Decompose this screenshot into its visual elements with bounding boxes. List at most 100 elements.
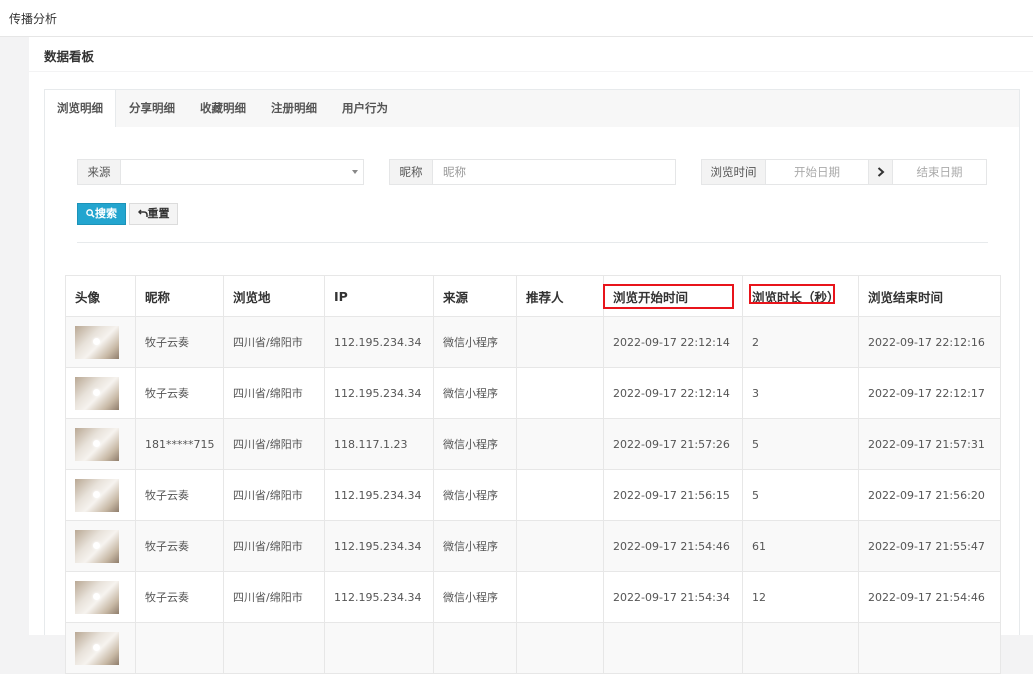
nickname-cell: 牧子云奏 [135,469,224,521]
nickname-label: 昵称 [389,159,433,185]
tab-favorite-detail[interactable]: 收藏明细 [188,90,258,128]
ip-cell: 112.195.234.34 [324,571,434,623]
referrer-cell [516,367,604,419]
table-row: 牧子云奏 四川省/绵阳市 112.195.234.34 微信小程序 2022-0… [65,520,1001,572]
nickname-cell [135,622,224,674]
nickname-cell: 牧子云奏 [135,571,224,623]
end-time-cell: 2022-09-17 22:12:16 [858,316,1001,368]
duration-cell: 5 [742,469,859,521]
avatar [75,325,119,359]
start-time-cell: 2022-09-17 22:12:14 [603,367,743,419]
browse-time-label: 浏览时间 [701,159,766,185]
duration-cell [742,622,859,674]
start-time-cell: 2022-09-17 21:54:34 [603,571,743,623]
referrer-cell [516,520,604,572]
location-cell: 四川省/绵阳市 [223,571,325,623]
avatar-cell [65,520,136,572]
end-time-cell: 2022-09-17 21:55:47 [858,520,1001,572]
ip-cell: 112.195.234.34 [324,367,434,419]
location-cell: 四川省/绵阳市 [223,316,325,368]
source-cell [433,622,517,674]
table-row [65,622,1001,674]
avatar [75,376,119,410]
table-header-row: 头像 昵称 浏览地 IP 来源 推荐人 浏览开始时间 浏览时长（秒） 浏览结束时… [65,275,1001,317]
end-time-cell: 2022-09-17 21:54:46 [858,571,1001,623]
avatar [75,427,119,461]
nickname-input[interactable]: 昵称 [432,159,676,185]
col-header-location: 浏览地 [223,275,325,317]
location-cell: 四川省/绵阳市 [223,418,325,470]
location-cell: 四川省/绵阳市 [223,367,325,419]
ip-cell: 112.195.234.34 [324,469,434,521]
referrer-cell [516,469,604,521]
referrer-cell [516,571,604,623]
end-time-cell: 2022-09-17 21:56:20 [858,469,1001,521]
col-header-avatar: 头像 [65,275,136,317]
duration-cell: 5 [742,418,859,470]
search-button-label: 搜索 [95,207,117,220]
panel-title: 数据看板 [44,49,95,64]
source-cell: 微信小程序 [433,418,517,470]
chevron-right-icon [877,167,885,177]
tab-user-behavior[interactable]: 用户行为 [330,90,400,128]
start-date-input[interactable]: 开始日期 [765,159,869,185]
end-date-input[interactable]: 结束日期 [892,159,987,185]
search-button[interactable]: 搜索 [77,203,126,225]
filter-divider [77,242,988,243]
location-cell [223,622,325,674]
source-label: 来源 [77,159,121,185]
referrer-cell [516,622,604,674]
col-header-referrer: 推荐人 [516,275,604,317]
start-time-cell: 2022-09-17 22:12:14 [603,316,743,368]
avatar [75,478,119,512]
location-cell: 四川省/绵阳市 [223,469,325,521]
end-time-cell: 2022-09-17 21:57:31 [858,418,1001,470]
referrer-cell [516,316,604,368]
reset-button[interactable]: 重置 [129,203,178,225]
ip-cell: 118.117.1.23 [324,418,434,470]
tab-share-detail[interactable]: 分享明细 [117,90,187,128]
ip-cell: 112.195.234.34 [324,316,434,368]
tab-bar: 浏览明细 分享明细 收藏明细 注册明细 用户行为 [44,89,1020,129]
table-row: 牧子云奏 四川省/绵阳市 112.195.234.34 微信小程序 2022-0… [65,316,1001,368]
top-bar: 传播分析 [0,0,1033,37]
breadcrumb: 传播分析 [9,12,58,26]
tab-browse-detail[interactable]: 浏览明细 [45,90,116,129]
col-header-duration: 浏览时长（秒） [742,275,859,317]
end-time-cell [858,622,1001,674]
col-header-start-time: 浏览开始时间 [603,275,743,317]
duration-cell: 61 [742,520,859,572]
avatar [75,580,119,614]
col-header-source: 来源 [433,275,517,317]
tab-register-detail[interactable]: 注册明细 [259,90,329,128]
nickname-cell: 181*****715 [135,418,224,470]
location-cell: 四川省/绵阳市 [223,520,325,572]
browse-detail-table: 头像 昵称 浏览地 IP 来源 推荐人 浏览开始时间 浏览时长（秒） 浏览结束时… [65,275,1001,674]
source-select[interactable] [120,159,364,185]
col-header-nickname: 昵称 [135,275,224,317]
start-time-cell: 2022-09-17 21:57:26 [603,418,743,470]
avatar [75,631,119,665]
avatar-cell [65,316,136,368]
start-time-cell: 2022-09-17 21:54:46 [603,520,743,572]
table-row: 181*****715 四川省/绵阳市 118.117.1.23 微信小程序 2… [65,418,1001,470]
table-row: 牧子云奏 四川省/绵阳市 112.195.234.34 微信小程序 2022-0… [65,571,1001,623]
source-cell: 微信小程序 [433,469,517,521]
col-header-end-time: 浏览结束时间 [858,275,1001,317]
reset-button-label: 重置 [147,207,170,220]
source-cell: 微信小程序 [433,571,517,623]
nickname-cell: 牧子云奏 [135,520,224,572]
ip-cell [324,622,434,674]
panel-header: 数据看板 [29,37,1033,71]
date-range-separator [868,159,893,185]
avatar [75,529,119,563]
caret-down-icon [352,170,358,174]
undo-icon [137,209,148,217]
duration-cell: 2 [742,316,859,368]
end-time-cell: 2022-09-17 22:12:17 [858,367,1001,419]
source-cell: 微信小程序 [433,520,517,572]
source-cell: 微信小程序 [433,367,517,419]
avatar-cell [65,571,136,623]
avatar-cell [65,418,136,470]
source-cell: 微信小程序 [433,316,517,368]
